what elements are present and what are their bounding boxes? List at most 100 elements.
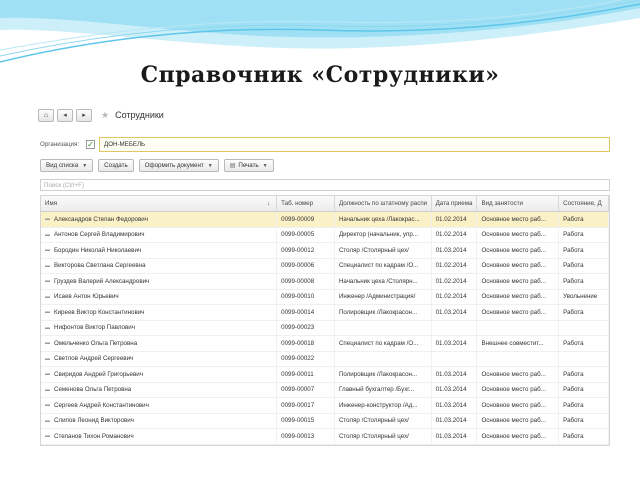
cell-text: 0099-00022 <box>281 355 315 363</box>
cell-text: Работа <box>563 246 584 254</box>
table-row[interactable]: ▬ Семенова Ольга Петровна 0099-00007 Главны… <box>41 382 609 398</box>
table-cell: Работа <box>559 227 609 242</box>
column-header-employment-type[interactable]: Вид занятости <box>477 196 560 211</box>
home-button[interactable]: ⌂ <box>38 108 54 122</box>
print-button[interactable]: ▤ Печать ▼ <box>223 159 274 172</box>
cell-text: Инженер-конструктор /Ад... <box>338 401 418 409</box>
table-cell: Основное место раб... <box>477 413 560 428</box>
table-cell: 0099-00023 <box>277 320 335 335</box>
table-row[interactable]: ▬ Александров Степан Федорович 0099-00009 Н… <box>41 212 609 228</box>
table-cell: Работа <box>559 413 609 428</box>
table-cell: 01.03.2014 <box>432 305 478 320</box>
table-cell: Столяр /Столярный цех/ <box>335 413 432 428</box>
table-cell <box>432 351 478 366</box>
cell-text: 01.03.2014 <box>435 401 467 409</box>
cell-text: Исаев Антон Юрьевич <box>54 293 119 301</box>
table-cell: Работа <box>559 367 609 382</box>
cell-text: 0099-00010 <box>281 293 315 301</box>
navigation-toolbar: ⌂ ◂ ▸ ★ Сотрудники <box>38 106 610 124</box>
cell-text: 01.02.2014 <box>435 231 467 239</box>
row-item-icon: ▬ <box>45 433 50 440</box>
cell-text: Работа <box>563 370 584 378</box>
table-row[interactable]: ▬ Слипов Леонид Викторович 0099-00015 Столя… <box>41 413 609 429</box>
table-cell: Полировщик /Лакокрасон... <box>335 367 432 382</box>
dropdown-arrow-icon: ▼ <box>262 162 268 169</box>
table-cell: 0099-00005 <box>277 227 335 242</box>
cell-text: Увольнение <box>563 293 598 301</box>
cell-text: Омельченко Ольга Петровна <box>54 339 138 347</box>
table-cell: Работа <box>559 243 609 258</box>
list-view-button[interactable]: Вид списка ▼ <box>40 159 94 172</box>
cell-text: Работа <box>563 339 584 347</box>
cell-text: 0099-00006 <box>281 262 315 270</box>
column-header-position[interactable]: Должность по штатному распи <box>335 196 432 211</box>
cell-text: 0099-00007 <box>281 386 315 394</box>
cell-text: Специалист по кадрам /О... <box>338 262 419 270</box>
create-button[interactable]: Создать <box>98 159 134 172</box>
cell-text: Основное место раб... <box>481 262 546 270</box>
table-row[interactable]: ▬ Светлов Андрей Сергеевич 0099-00022 <box>41 351 609 367</box>
cell-text: Бородин Николай Николаевич <box>54 246 142 254</box>
table-cell: ▬ Исаев Антон Юрьевич <box>41 289 278 304</box>
table-cell: Основное место раб... <box>477 367 560 382</box>
table-cell: 0099-00018 <box>277 336 335 351</box>
back-button[interactable]: ◂ <box>57 108 73 122</box>
table-row[interactable]: ▬ Нифонтов Виктор Павлович 0099-00023 <box>41 320 609 336</box>
table-row[interactable]: ▬ Груздев Валерий Александрович 0099-00008… <box>41 274 609 290</box>
table-row[interactable]: ▬ Омельченко Ольга Петровна 0099-00018 Спец… <box>41 336 609 352</box>
table-cell <box>335 351 432 366</box>
sort-down-icon: ↓ <box>267 200 271 207</box>
column-header-hire-date[interactable]: Дата приема <box>432 196 478 211</box>
column-header-status[interactable]: Состояние, Д <box>559 196 609 211</box>
favorite-star-icon[interactable]: ★ <box>101 110 109 121</box>
table-cell: Специалист по кадрам /О... <box>335 258 432 273</box>
organization-field[interactable]: ДОН-МЕБЕЛЬ <box>99 136 610 152</box>
table-row[interactable]: ▬ Сергеев Андрей Константинович 0099-00017… <box>41 398 609 414</box>
table-cell: 01.03.2014 <box>432 243 478 258</box>
column-header-label: Имя <box>45 200 58 207</box>
cell-text: Столяр /Столярный цех/ <box>338 432 409 440</box>
table-cell: 01.03.2014 <box>432 367 478 382</box>
organization-checkbox[interactable]: ✓ <box>86 139 95 149</box>
row-item-icon: ▬ <box>45 231 50 238</box>
row-item-icon: ▬ <box>45 293 50 300</box>
table-cell: 0099-00012 <box>277 243 335 258</box>
table-row[interactable]: ▬ Исаев Антон Юрьевич 0099-00010 Инженер /А… <box>41 289 609 305</box>
table-row[interactable]: ▬ Викторова Светлана Сергеевна 0099-00006 С… <box>41 258 609 274</box>
cell-text: Основное место раб... <box>481 401 546 409</box>
cell-text: Начальник цеха /Столярн... <box>338 277 418 285</box>
cell-text: Степанов Тихон Романович <box>54 432 134 440</box>
table-cell: 0099-00008 <box>277 274 335 289</box>
cell-text: Работа <box>563 308 584 316</box>
forward-button[interactable]: ▸ <box>76 108 92 122</box>
table-cell: 01.03.2014 <box>432 413 478 428</box>
cell-text: Основное место раб... <box>481 246 546 254</box>
make-document-button[interactable]: Оформить документ ▼ <box>138 159 219 172</box>
cell-text: 01.03.2014 <box>435 339 467 347</box>
cell-text: Работа <box>563 401 584 409</box>
cell-text: 01.03.2014 <box>435 246 467 254</box>
cell-text: Груздев Валерий Александрович <box>54 277 150 285</box>
cell-text: Киреев Виктор Константинович <box>54 308 145 316</box>
table-cell: Столяр /Столярный цех/ <box>335 429 432 444</box>
organization-label: Организация: <box>40 140 80 148</box>
row-item-icon: ▬ <box>45 216 50 223</box>
column-header-tab-number[interactable]: Таб. номер <box>277 196 335 211</box>
table-cell: Основное место раб... <box>477 258 560 273</box>
cell-text: Работа <box>563 386 584 394</box>
table-row[interactable]: ▬ Степанов Тихон Романович 0099-00013 Столя… <box>41 429 609 445</box>
table-row[interactable]: ▬ Антонов Сергей Владимирович 0099-00005 Ди… <box>41 227 609 243</box>
table-row[interactable]: ▬ Бородин Николай Николаевич 0099-00012 Сто… <box>41 243 609 259</box>
table-cell: 0099-00009 <box>277 212 335 227</box>
cell-text: 0099-00009 <box>281 215 315 223</box>
column-header-name[interactable]: Имя ↓ <box>41 196 278 211</box>
search-input[interactable]: Поиск (Ctrl+F) <box>40 179 610 191</box>
table-cell: ▬ Нифонтов Виктор Павлович <box>41 320 278 335</box>
table-cell <box>335 320 432 335</box>
table-cell <box>432 320 478 335</box>
table-cell: 0099-00006 <box>277 258 335 273</box>
cell-text: Свиридов Андрей Григорьевич <box>54 370 143 378</box>
cell-text: Работа <box>563 215 584 223</box>
table-row[interactable]: ▬ Свиридов Андрей Григорьевич 0099-00011 По… <box>41 367 609 383</box>
table-row[interactable]: ▬ Киреев Виктор Константинович 0099-00014 П… <box>41 305 609 321</box>
